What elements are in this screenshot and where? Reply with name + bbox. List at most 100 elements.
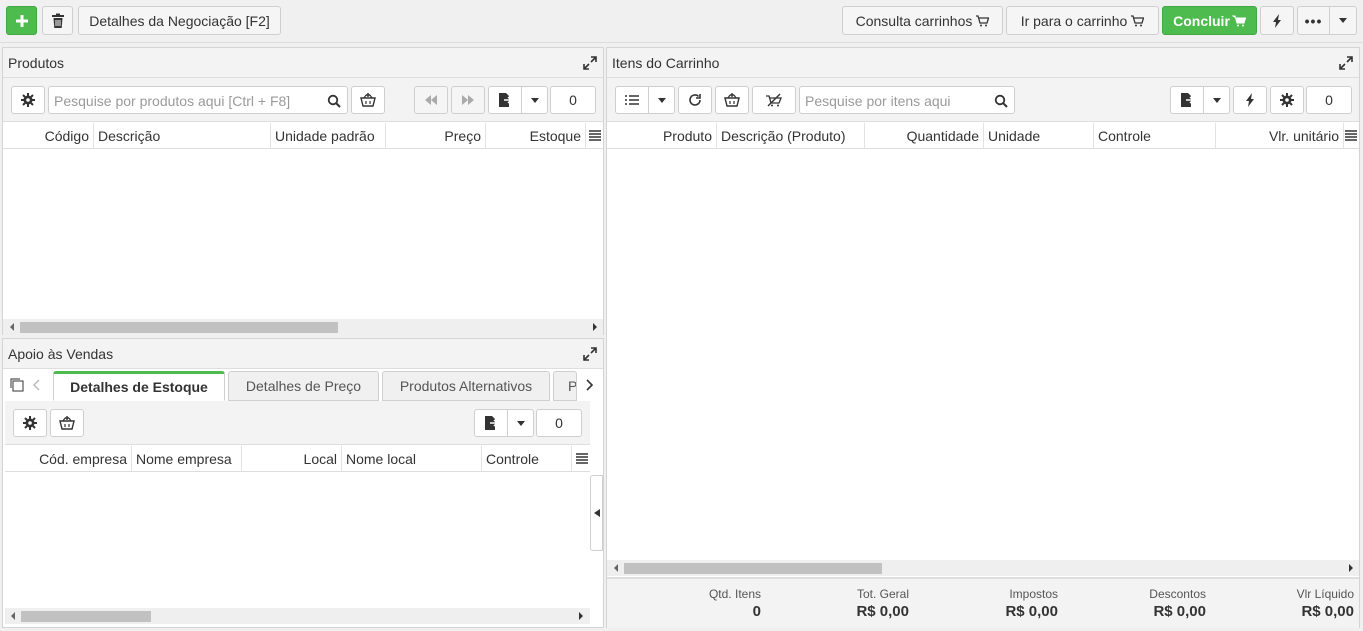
expand-icon[interactable]: [583, 347, 597, 361]
tab-produtos-alternativos[interactable]: Produtos Alternativos: [382, 371, 550, 401]
column-header[interactable]: Descrição (Produto): [717, 123, 865, 149]
search-icon[interactable]: [327, 94, 341, 108]
export-button[interactable]: [474, 409, 508, 437]
scroll-left-icon[interactable]: [8, 323, 16, 331]
expand-icon[interactable]: [583, 56, 597, 70]
expand-icon[interactable]: [1339, 56, 1353, 70]
side-collapse-handle[interactable]: [590, 475, 603, 551]
tab-detalhes-preco[interactable]: Detalhes de Preço: [228, 371, 379, 401]
column-header[interactable]: Unidade padrão: [271, 123, 386, 149]
column-header[interactable]: Código: [3, 123, 94, 149]
consult-carts-button[interactable]: Consulta carrinhos: [842, 6, 1003, 35]
produtos-search-field[interactable]: [48, 86, 348, 114]
summary-impostos-label: Impostos: [1009, 587, 1058, 601]
conclude-button[interactable]: Concluir: [1162, 6, 1257, 35]
export-dropdown[interactable]: [1203, 86, 1230, 114]
caret-down-icon: [516, 420, 525, 426]
column-header[interactable]: Controle: [1094, 123, 1216, 149]
summary-qtd-value: 0: [752, 603, 761, 620]
itens-search-field[interactable]: [799, 86, 1015, 114]
column-menu-icon[interactable]: [576, 452, 588, 464]
column-header[interactable]: Unidade: [984, 123, 1094, 149]
export-icon: [499, 93, 512, 107]
apoio-header: Apoio às Vendas: [3, 339, 603, 369]
apoio-panel: Apoio às Vendas Detalhes de Estoque Deta…: [2, 338, 604, 628]
column-header[interactable]: Quantidade: [865, 123, 984, 149]
export-button[interactable]: [488, 86, 522, 114]
list-view-button[interactable]: [615, 86, 649, 114]
summary-total-label: Tot. Geral: [856, 587, 909, 601]
scroll-right-icon[interactable]: [1347, 564, 1355, 572]
export-dropdown[interactable]: [521, 86, 548, 114]
export-dropdown[interactable]: [507, 409, 534, 437]
column-menu-icon[interactable]: [1345, 129, 1357, 141]
lightning-icon: [1246, 93, 1254, 107]
refresh-button[interactable]: [678, 86, 712, 114]
column-header[interactable]: Cód. empresa: [5, 446, 132, 472]
tab-prev-icon[interactable]: [33, 379, 41, 391]
itens-hscroll[interactable]: [607, 560, 1359, 576]
produtos-header: Produtos: [3, 48, 603, 78]
export-button[interactable]: [1170, 86, 1204, 114]
add-to-cart-button[interactable]: [351, 86, 385, 114]
add-button[interactable]: [6, 6, 37, 35]
summary-liquido-value: R$ 0,00: [1301, 603, 1354, 620]
scroll-thumb[interactable]: [20, 322, 338, 333]
cart-icon: [976, 14, 990, 26]
caret-down-icon: [1212, 97, 1221, 103]
tab-partial[interactable]: P: [553, 371, 577, 401]
basket-icon: [59, 416, 75, 430]
add-to-cart-button[interactable]: [715, 86, 749, 114]
quick-action-button[interactable]: [1233, 86, 1267, 114]
scroll-right-icon[interactable]: [591, 323, 599, 331]
column-header[interactable]: Controle: [482, 446, 572, 472]
next-page-button[interactable]: [451, 86, 485, 114]
remove-from-cart-button[interactable]: [752, 86, 796, 114]
cart-remove-icon: [766, 93, 782, 107]
negotiation-details-button[interactable]: Detalhes da Negociação [F2]: [78, 6, 281, 35]
summary-qtd-label: Qtd. Itens: [708, 587, 761, 601]
settings-button[interactable]: [11, 86, 45, 114]
column-header[interactable]: Estoque: [486, 123, 586, 149]
list-view-dropdown[interactable]: [648, 86, 675, 114]
add-to-cart-button[interactable]: [50, 409, 84, 437]
go-to-cart-button[interactable]: Ir para o carrinho: [1006, 6, 1159, 35]
tab-next-icon[interactable]: [585, 379, 593, 391]
tab-detalhes-estoque[interactable]: Detalhes de Estoque: [53, 371, 225, 401]
apoio-toolbar: 0: [5, 401, 590, 445]
first-page-button[interactable]: [414, 86, 448, 114]
settings-button[interactable]: [1270, 86, 1304, 114]
list-icon: [625, 95, 639, 105]
column-header[interactable]: Nome empresa: [132, 446, 242, 472]
column-header[interactable]: Preço: [386, 123, 486, 149]
more-options-dropdown[interactable]: [1329, 6, 1357, 35]
itens-title: Itens do Carrinho: [612, 55, 720, 71]
tab-strip: Detalhes de Estoque Detalhes de Preço Pr…: [3, 369, 603, 401]
itens-search-input[interactable]: [803, 91, 991, 111]
settings-button[interactable]: [13, 409, 47, 437]
column-header[interactable]: Vlr. unitário: [1216, 123, 1344, 149]
produtos-search-input[interactable]: [52, 91, 324, 111]
scroll-left-icon[interactable]: [9, 612, 17, 620]
scroll-thumb[interactable]: [624, 563, 882, 574]
scroll-thumb[interactable]: [21, 611, 151, 622]
quick-action-button[interactable]: [1260, 6, 1294, 35]
lightning-icon: [1273, 13, 1281, 28]
copy-icon[interactable]: [9, 377, 25, 393]
column-header[interactable]: Nome local: [342, 446, 482, 472]
scroll-right-icon[interactable]: [577, 612, 585, 620]
search-icon[interactable]: [994, 94, 1008, 108]
column-header[interactable]: Produto: [607, 123, 717, 149]
column-header[interactable]: Descrição: [94, 123, 271, 149]
more-options-button[interactable]: •••: [1297, 6, 1330, 35]
produtos-title: Produtos: [8, 55, 65, 71]
produtos-hscroll[interactable]: [3, 319, 603, 335]
scroll-left-icon[interactable]: [612, 564, 620, 572]
apoio-record-count: 0: [536, 409, 582, 437]
apoio-hscroll[interactable]: [5, 608, 590, 624]
delete-button[interactable]: [42, 6, 73, 35]
ellipsis-icon: •••: [1304, 12, 1323, 29]
summary-total-value: R$ 0,00: [856, 603, 909, 620]
column-menu-icon[interactable]: [589, 129, 601, 141]
column-header[interactable]: Local: [242, 446, 342, 472]
